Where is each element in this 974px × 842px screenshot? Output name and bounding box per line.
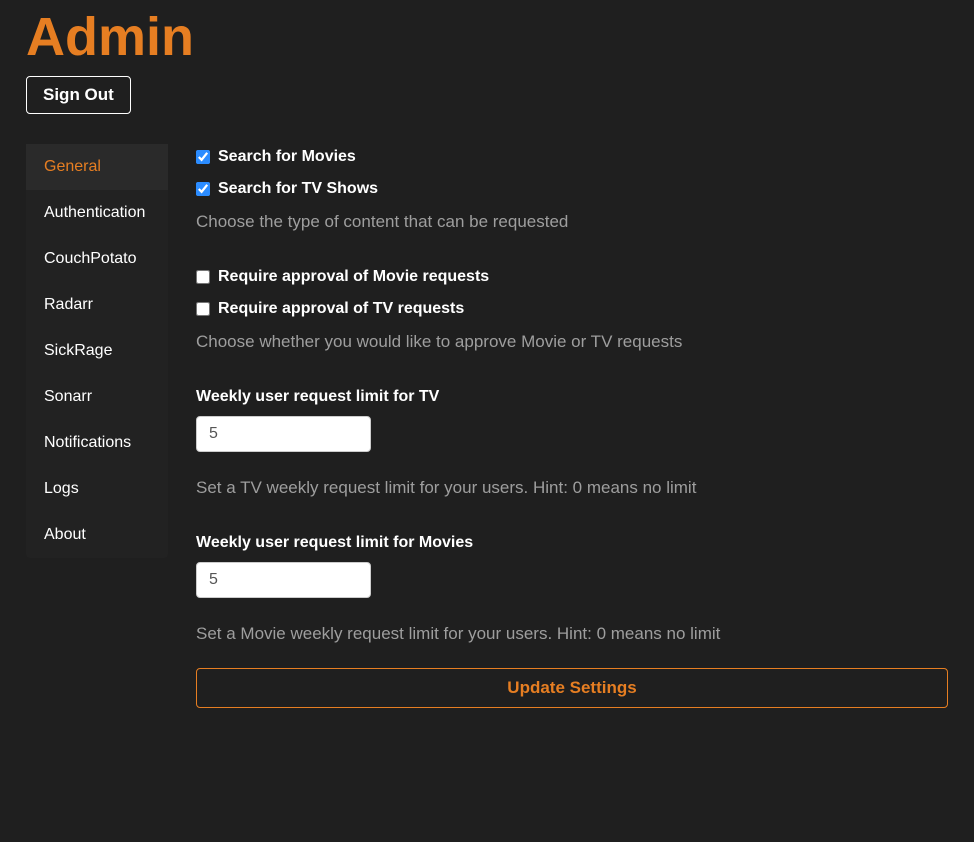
approve-movies-label: Require approval of Movie requests — [218, 268, 489, 286]
search-tv-label: Search for TV Shows — [218, 180, 378, 198]
sidebar-item-about[interactable]: About — [26, 512, 168, 558]
sidebar-item-authentication[interactable]: Authentication — [26, 190, 168, 236]
sidebar-item-couchpotato[interactable]: CouchPotato — [26, 236, 168, 282]
sidebar-item-general[interactable]: General — [26, 144, 168, 190]
movie-limit-help: Set a Movie weekly request limit for you… — [196, 624, 948, 644]
approve-movies-checkbox[interactable] — [196, 270, 210, 284]
sidebar-item-notifications[interactable]: Notifications — [26, 420, 168, 466]
movie-limit-input[interactable] — [196, 562, 371, 598]
page-title: Admin — [26, 6, 948, 68]
settings-form: Search for Movies Search for TV Shows Ch… — [196, 144, 948, 708]
search-movies-checkbox[interactable] — [196, 150, 210, 164]
content-help-text: Choose the type of content that can be r… — [196, 212, 948, 232]
movie-limit-label: Weekly user request limit for Movies — [196, 534, 948, 552]
sidebar-item-sonarr[interactable]: Sonarr — [26, 374, 168, 420]
sidebar: GeneralAuthenticationCouchPotatoRadarrSi… — [26, 144, 168, 558]
tv-limit-input[interactable] — [196, 416, 371, 452]
sidebar-item-sickrage[interactable]: SickRage — [26, 328, 168, 374]
sidebar-item-radarr[interactable]: Radarr — [26, 282, 168, 328]
tv-limit-help: Set a TV weekly request limit for your u… — [196, 478, 948, 498]
approve-tv-label: Require approval of TV requests — [218, 300, 464, 318]
sidebar-item-logs[interactable]: Logs — [26, 466, 168, 512]
update-settings-button[interactable]: Update Settings — [196, 668, 948, 708]
tv-limit-label: Weekly user request limit for TV — [196, 388, 948, 406]
approve-help-text: Choose whether you would like to approve… — [196, 332, 948, 352]
search-movies-label: Search for Movies — [218, 148, 356, 166]
approve-tv-checkbox[interactable] — [196, 302, 210, 316]
sign-out-button[interactable]: Sign Out — [26, 76, 131, 114]
search-tv-checkbox[interactable] — [196, 182, 210, 196]
